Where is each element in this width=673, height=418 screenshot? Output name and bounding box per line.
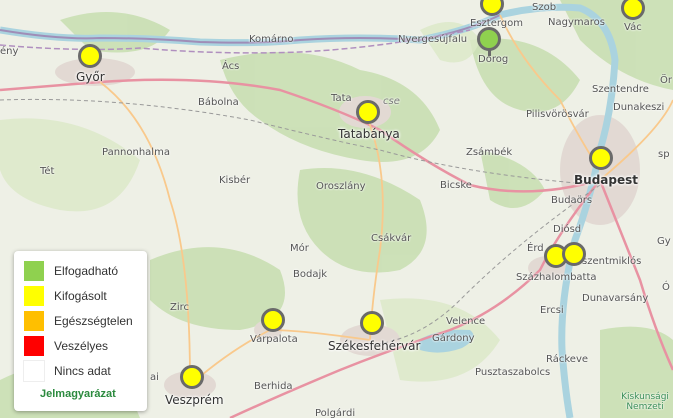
- place-berhida: Berhida: [254, 381, 293, 392]
- place-ajka: ai: [150, 372, 159, 383]
- place-varpalota: Várpalota: [250, 334, 298, 345]
- place-esztergom: Esztergom: [470, 18, 523, 29]
- station-marker[interactable]: [360, 311, 384, 335]
- place-szazhalombatta: Százhalombatta: [516, 272, 597, 283]
- legend-swatch: [23, 360, 45, 382]
- legend-toggle-link[interactable]: Jelmagyarázat: [40, 388, 116, 400]
- place-budapest: Budapest: [574, 173, 638, 187]
- station-marker[interactable]: [562, 242, 586, 266]
- legend-item-egeszsegtelen: Egészségtelen: [24, 311, 133, 331]
- station-marker[interactable]: [78, 44, 102, 68]
- place-bicske: Bicske: [440, 180, 472, 191]
- place-nyergesujfalu: Nyergesújfalu: [398, 34, 468, 45]
- legend-swatch: [24, 311, 44, 331]
- place-zirc: Zirc: [170, 302, 190, 313]
- place-szentmiklos: szentmiklós: [582, 256, 642, 267]
- place-rackeve: Ráckeve: [546, 354, 589, 365]
- place-veszprem: Veszprém: [165, 393, 224, 407]
- place-erd: Érd: [527, 243, 544, 254]
- place-acs: Ács: [222, 61, 240, 72]
- legend-swatch: [24, 261, 44, 281]
- legend-swatch: [24, 286, 44, 306]
- place-babolna: Bábolna: [198, 97, 239, 108]
- place-gy: Gy: [657, 236, 671, 247]
- legend-label: Veszélyes: [54, 339, 109, 353]
- place-o: Ó: [662, 282, 670, 293]
- place-vac: Vác: [624, 22, 642, 33]
- place-tet: Tét: [40, 166, 55, 177]
- place-zsambek: Zsámbék: [466, 147, 513, 158]
- place-diosd: Diósd: [553, 224, 582, 235]
- map-view[interactable]: ény Győr Komárno Ács Nyergesújfalu Eszte…: [0, 0, 673, 418]
- legend-item-veszelyes: Veszélyes: [24, 336, 108, 356]
- legend-label: Kifogásolt: [54, 289, 107, 303]
- station-marker[interactable]: [180, 365, 204, 389]
- place-szekesfehervar: Székesfehérvár: [328, 339, 421, 353]
- place-csakvar: Csákvár: [371, 233, 412, 244]
- place-gyor: Győr: [76, 70, 105, 84]
- place-dorog: Dorog: [478, 54, 509, 65]
- place-pusztaszabolcs: Pusztaszabolcs: [475, 367, 551, 378]
- place-pannonhalma: Pannonhalma: [102, 147, 170, 158]
- place-or: Ör: [660, 75, 672, 86]
- place-oroszlany: Oroszlány: [316, 181, 366, 192]
- station-marker[interactable]: [589, 146, 613, 170]
- place-tata: Tata: [331, 93, 352, 104]
- place-cse: cse: [383, 96, 400, 107]
- place-ssp: sp: [658, 149, 670, 160]
- place-dunakeszi: Dunakeszi: [613, 102, 665, 113]
- place-bodajk: Bodajk: [293, 269, 328, 280]
- legend-item-elfogadhato: Elfogadható: [24, 261, 118, 281]
- legend-label: Egészségtelen: [54, 314, 133, 328]
- station-marker[interactable]: [356, 100, 380, 124]
- place-budaors: Budaörs: [551, 195, 593, 206]
- place-szentendre: Szentendre: [592, 84, 649, 95]
- legend-item-nincs-adat: Nincs adat: [23, 360, 111, 382]
- place-polgardi: Polgárdi: [315, 408, 356, 418]
- legend-panel: Elfogadható Kifogásolt Egészségtelen Ves…: [14, 251, 147, 411]
- place-tatabanya: Tatabánya: [338, 127, 400, 141]
- place-komarno: Komárno: [249, 34, 294, 45]
- place-pilisvorosvar: Pilisvörösvár: [526, 109, 589, 120]
- place-kiskunsagi: Kiskunsági Nemzeti: [621, 392, 669, 412]
- place-ercsi: Ercsi: [540, 305, 564, 316]
- legend-swatch: [24, 336, 44, 356]
- place-mor: Mór: [290, 243, 309, 254]
- legend-item-kifogasolt: Kifogásolt: [24, 286, 107, 306]
- station-marker[interactable]: [477, 27, 501, 56]
- place-kisber: Kisbér: [219, 175, 251, 186]
- legend-label: Elfogadható: [54, 264, 119, 278]
- place-velence: Velence: [446, 316, 486, 327]
- station-marker[interactable]: [261, 308, 285, 332]
- place-szob: Szob: [532, 2, 557, 13]
- place-eny: ény: [0, 46, 19, 57]
- place-gardony: Gárdony: [432, 333, 475, 344]
- place-dunavarsany: Dunavarsány: [582, 293, 649, 304]
- place-nagymaros: Nagymaros: [548, 17, 605, 28]
- legend-label: Nincs adat: [54, 364, 111, 378]
